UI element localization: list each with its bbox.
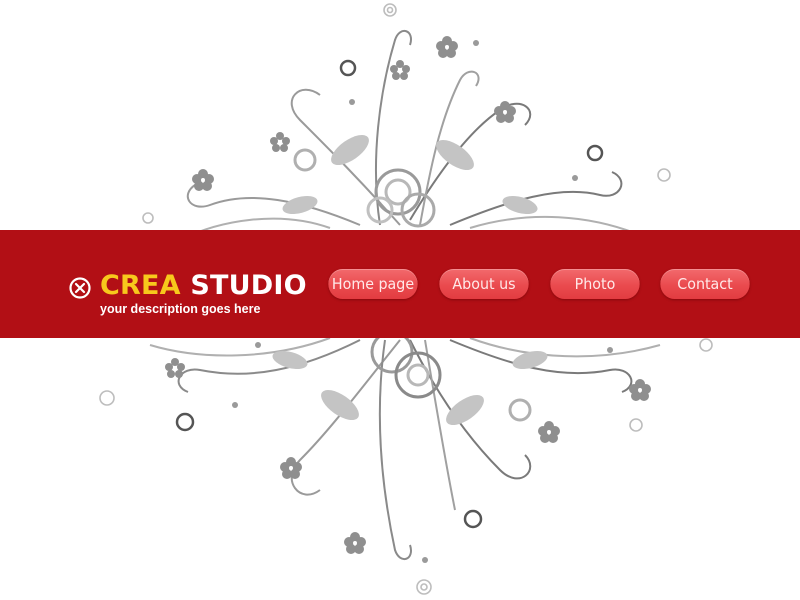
nav-about-us-button[interactable]: About us [439, 269, 529, 299]
brand-name-part1: CREA [100, 270, 181, 301]
brand-name: CREA STUDIO [100, 270, 307, 302]
header-banner: CREA STUDIO your description goes here H… [0, 230, 800, 338]
nav-home-page-button[interactable]: Home page [328, 269, 418, 299]
brand-tagline: your description goes here [100, 302, 261, 316]
brand-name-part2: STUDIO [190, 270, 307, 301]
circled-x-icon [69, 277, 91, 299]
nav-contact-button[interactable]: Contact [660, 269, 750, 299]
brand-logo[interactable]: CREA STUDIO your description goes here [68, 270, 307, 322]
nav-photo-button[interactable]: Photo [550, 269, 640, 299]
